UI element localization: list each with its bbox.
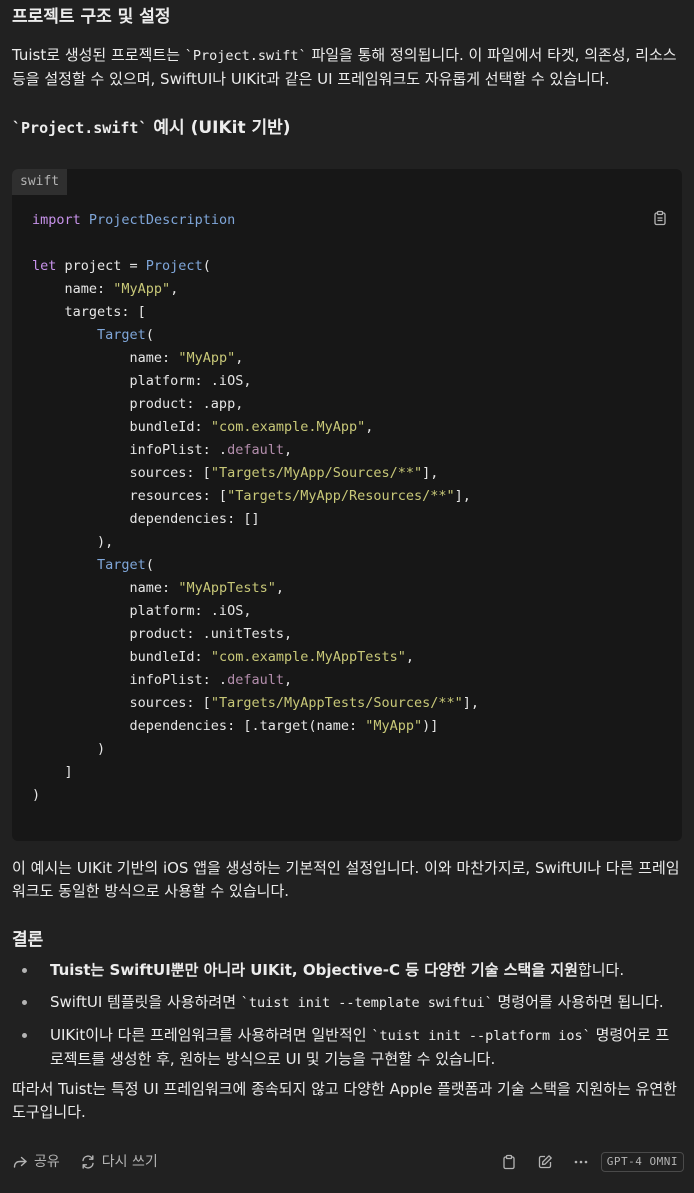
list-item: SwiftUI 템플릿을 사용하려면 `tuist init --templat… — [38, 991, 682, 1015]
list-item-bold: Tuist는 SwiftUI뿐만 아니라 UIKit, Objective-C … — [50, 961, 578, 979]
final-paragraph: 따라서 Tuist는 특정 UI 프레임워크에 종속되지 않고 다양한 Appl… — [12, 1080, 677, 1121]
rewrite-label: 다시 쓰기 — [101, 1153, 158, 1170]
intro-paragraph: Tuist로 생성된 프로젝트는 `Project.swift` 파일을 통해 … — [12, 44, 682, 91]
example-title-code: `Project.swift` — [12, 119, 148, 137]
conclusion-title: 결론 — [12, 930, 44, 950]
share-label: 공유 — [34, 1153, 60, 1170]
code-block: swift import ProjectDescription let proj… — [12, 169, 682, 841]
intro-text-1: Tuist로 생성된 프로젝트는 — [12, 46, 185, 64]
code-language-label: swift — [12, 169, 68, 195]
list-item-text: SwiftUI 템플릿을 사용하려면 — [50, 993, 241, 1011]
copy-icon[interactable] — [501, 1154, 517, 1170]
list-item-text: UIKit이나 다른 프레임워크를 사용하려면 일반적인 — [50, 1026, 372, 1044]
list-item-text: 명령어를 사용하면 됩니다. — [492, 993, 664, 1011]
more-icon[interactable] — [573, 1154, 589, 1170]
example-title-text: 예시 (UIKit 기반) — [147, 118, 291, 138]
example-title: `Project.swift` 예시 (UIKit 기반) — [12, 115, 682, 141]
share-button[interactable]: 공유 — [12, 1151, 60, 1174]
model-badge: GPT-4 OMNI — [600, 1152, 684, 1172]
inline-code: `tuist init --platform ios` — [371, 1028, 591, 1044]
list-item: Tuist는 SwiftUI뿐만 아니라 UIKit, Objective-C … — [38, 959, 682, 982]
message-content: 프로젝트 구조 및 설정 Tuist로 생성된 프로젝트는 `Project.s… — [12, 0, 682, 1124]
section-title: 프로젝트 구조 및 설정 — [12, 7, 171, 27]
inline-code: `tuist init --template swiftui` — [240, 995, 493, 1011]
clipboard-icon[interactable] — [652, 210, 668, 226]
inline-code: `Project.swift` — [184, 48, 307, 64]
summary-paragraph: 이 예시는 UIKit 기반의 iOS 앱을 생성하는 기본적인 설정입니다. … — [12, 859, 680, 900]
list-item: UIKit이나 다른 프레임워크를 사용하려면 일반적인 `tuist init… — [38, 1024, 682, 1071]
code-content: import ProjectDescription let project = … — [32, 212, 480, 803]
message-actions: 공유 다시 쓰기 GPT-4 OMNI — [12, 1148, 684, 1176]
share-icon — [12, 1154, 28, 1170]
list-item-text: 합니다. — [577, 961, 625, 979]
refresh-icon — [80, 1154, 96, 1170]
edit-icon[interactable] — [537, 1154, 553, 1170]
rewrite-button[interactable]: 다시 쓰기 — [80, 1151, 158, 1174]
conclusion-list: Tuist는 SwiftUI뿐만 아니라 UIKit, Objective-C … — [12, 959, 682, 1071]
